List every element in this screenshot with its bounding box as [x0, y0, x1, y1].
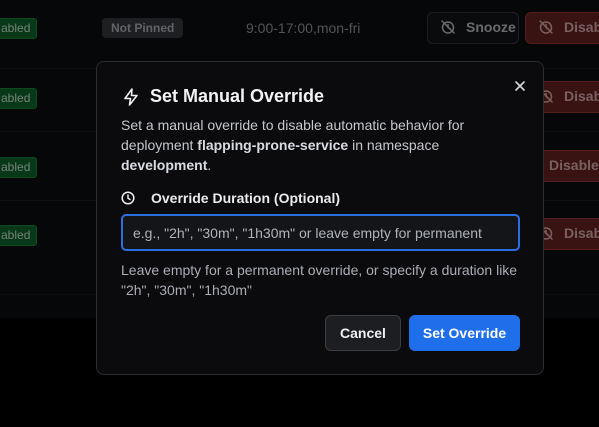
description-text: in namespace	[348, 137, 440, 153]
page: abled Not Pinned 9:00-17:00,mon-fri Snoo…	[0, 0, 599, 427]
dialog-title: Set Manual Override	[150, 86, 325, 106]
deployment-name: flapping-prone-service	[197, 137, 349, 153]
close-icon	[512, 78, 528, 94]
duration-help-text: Leave empty for a permanent override, or…	[121, 262, 518, 298]
cancel-button[interactable]: Cancel	[325, 315, 401, 351]
lightning-icon	[121, 87, 141, 107]
override-dialog: Set Manual Override Set a manual overrid…	[96, 61, 544, 375]
dialog-header: Set Manual Override	[121, 86, 324, 107]
close-button[interactable]	[512, 78, 528, 94]
duration-label: Override Duration (Optional)	[151, 190, 341, 206]
duration-label-row: Override Duration (Optional)	[121, 190, 340, 206]
namespace-name: development	[121, 157, 208, 173]
duration-input[interactable]	[121, 214, 520, 251]
dialog-description: Set a manual override to disable automat…	[121, 115, 481, 175]
clock-icon	[121, 191, 135, 205]
description-text: .	[207, 157, 212, 173]
set-override-button[interactable]: Set Override	[409, 315, 520, 351]
